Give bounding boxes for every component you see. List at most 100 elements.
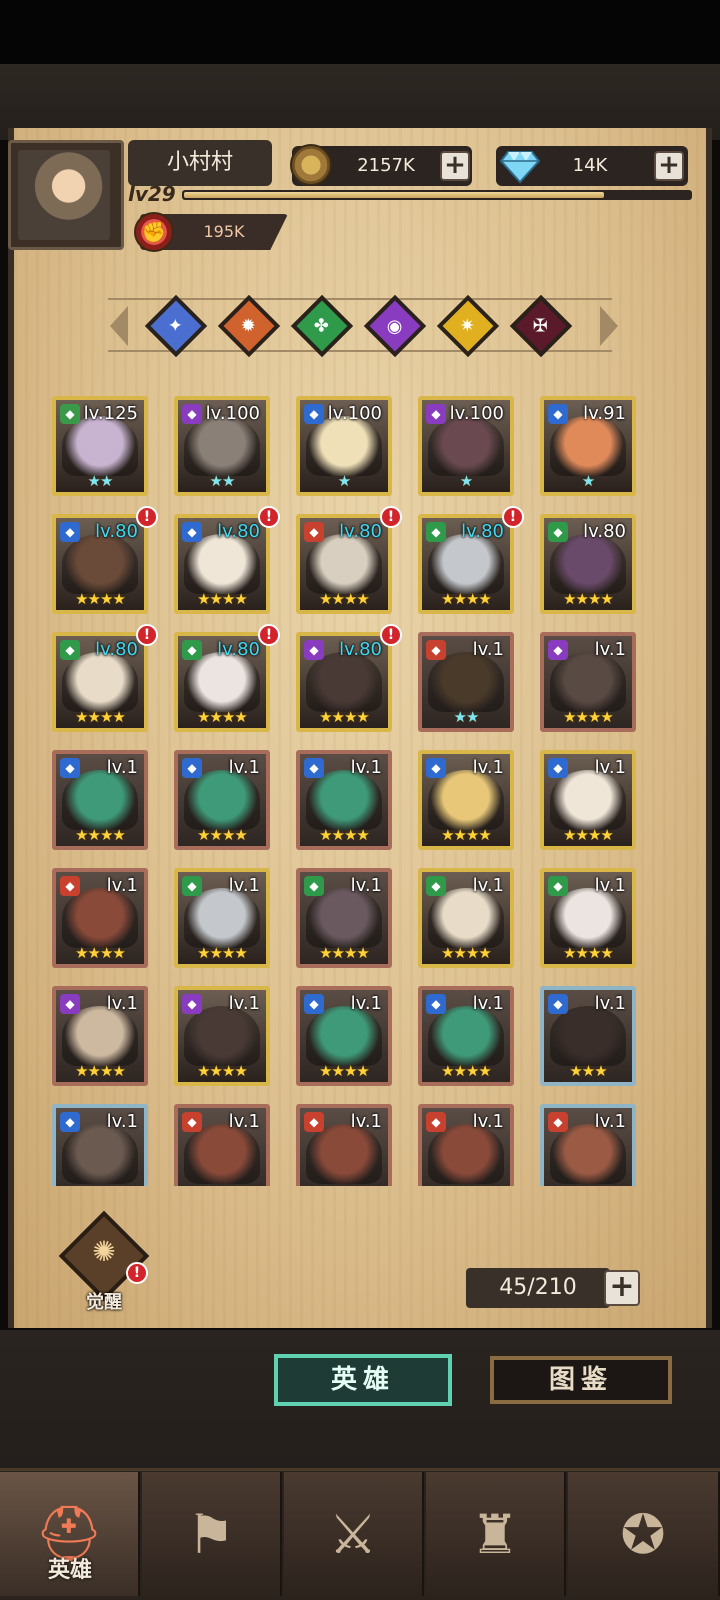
hero-stars: ★★★★: [75, 708, 126, 726]
hero-card[interactable]: ◆ lv.91 ★: [540, 396, 636, 496]
nav-tower[interactable]: ♜: [426, 1472, 566, 1596]
hero-card[interactable]: ◆ lv.1 ★★★★: [540, 632, 636, 732]
hero-level: lv.125: [83, 403, 138, 424]
hero-level: lv.1: [350, 875, 382, 896]
hero-card[interactable]: ◆ lv.1 ★★★★: [540, 750, 636, 850]
hero-portrait: [428, 534, 504, 594]
hero-card[interactable]: ◆ lv.80 ★★★★: [296, 632, 392, 732]
hero-stars: ★★★★: [197, 590, 248, 608]
hero-card[interactable]: ◆ lv.1: [296, 1104, 392, 1186]
hero-card[interactable]: ◆ lv.1: [52, 1104, 148, 1186]
hero-level: lv.80: [217, 521, 260, 542]
hero-card[interactable]: ◆ lv.1 ★★★★: [418, 986, 514, 1086]
hero-card[interactable]: ◆ lv.1 ★★★★: [52, 868, 148, 968]
player-name: 小村村: [166, 150, 233, 175]
hero-stars: ★★★★: [563, 944, 614, 962]
hero-class-icon: ◆: [426, 404, 446, 424]
hero-portrait: [550, 888, 626, 948]
hero-class-icon: ◆: [548, 876, 568, 896]
hero-card[interactable]: ◆ lv.1: [540, 1104, 636, 1186]
gold-amount: 2157K: [357, 155, 415, 176]
hero-level: lv.80: [461, 521, 504, 542]
hero-class-icon: ◆: [182, 1112, 202, 1132]
hero-card[interactable]: ◆ lv.80 ★★★★: [52, 514, 148, 614]
hero-level: lv.1: [106, 875, 138, 896]
hero-level: lv.80: [95, 521, 138, 542]
hero-stars: ★★★★: [197, 826, 248, 844]
hero-card[interactable]: ◆ lv.1: [418, 1104, 514, 1186]
hero-portrait: [428, 1006, 504, 1066]
hero-card[interactable]: ◆ lv.1 ★★★★: [52, 750, 148, 850]
tab-codex[interactable]: 图鉴: [490, 1356, 672, 1404]
add-gems-button[interactable]: +: [654, 151, 684, 181]
avatar[interactable]: [18, 150, 110, 240]
hero-card[interactable]: ◆ lv.80 ★★★★: [418, 514, 514, 614]
nav-adventure[interactable]: ⚑: [142, 1472, 282, 1596]
hero-card[interactable]: ◆ lv.100 ★: [296, 396, 392, 496]
hero-stars: ★★★★: [441, 1062, 492, 1080]
hero-alert-badge: !: [136, 506, 158, 528]
hero-card[interactable]: ◆ lv.1 ★★★★: [296, 986, 392, 1086]
hero-card[interactable]: ◆ lv.1 ★★★: [540, 986, 636, 1086]
hero-card[interactable]: ◆ lv.1 ★★★★: [296, 868, 392, 968]
orange-faction-glyph: ✹: [241, 315, 257, 337]
hero-card[interactable]: ◆ lv.1 ★★★★: [418, 750, 514, 850]
hero-card[interactable]: ◆ lv.80 ★★★★: [52, 632, 148, 732]
hero-class-icon: ◆: [60, 876, 80, 896]
hero-class-icon: ◆: [304, 876, 324, 896]
hero-card[interactable]: ◆ lv.1 ★★★★: [418, 868, 514, 968]
hero-level: lv.1: [472, 1111, 504, 1132]
hero-card[interactable]: ◆ lv.80 ★★★★: [174, 632, 270, 732]
hero-card[interactable]: ◆ lv.80 ★★★★: [174, 514, 270, 614]
hero-stars: ★★★★: [563, 708, 614, 726]
hero-stars: ★★★★: [563, 590, 614, 608]
hero-portrait: [62, 1006, 138, 1066]
hero-card[interactable]: ◆ lv.125 ★★: [52, 396, 148, 496]
hero-stars: ★★★★: [197, 944, 248, 962]
hero-card[interactable]: ◆ lv.1 ★★★★: [296, 750, 392, 850]
hero-class-icon: ◆: [182, 876, 202, 896]
hero-card[interactable]: ◆ lv.100 ★★: [174, 396, 270, 496]
hero-stars: ★★★★: [197, 708, 248, 726]
hero-card[interactable]: ◆ lv.1 ★★★★: [174, 986, 270, 1086]
hero-card[interactable]: ◆ lv.100 ★: [418, 396, 514, 496]
hero-class-icon: ◆: [60, 758, 80, 778]
hero-portrait: [306, 1006, 382, 1066]
hero-level: lv.1: [106, 993, 138, 1014]
hero-class-icon: ◆: [426, 522, 446, 542]
hero-alert-badge: !: [258, 506, 280, 528]
hero-portrait: [62, 534, 138, 594]
hero-class-icon: ◆: [182, 758, 202, 778]
hero-stars: ★: [337, 472, 351, 490]
expand-slots-button[interactable]: +: [604, 1270, 640, 1306]
fist-icon: ✊: [134, 212, 174, 252]
hero-level: lv.91: [583, 403, 626, 424]
hero-card[interactable]: ◆ lv.1 ★★★★: [52, 986, 148, 1086]
hero-card[interactable]: ◆ lv.1 ★★★★: [540, 868, 636, 968]
hero-portrait: [306, 534, 382, 594]
nav-battle[interactable]: ⚔: [284, 1472, 424, 1596]
hero-card[interactable]: ◆ lv.1: [174, 1104, 270, 1186]
hero-portrait: [550, 416, 626, 476]
hero-card[interactable]: ◆ lv.1 ★★★★: [174, 868, 270, 968]
hero-card[interactable]: ◆ lv.1 ★★★★: [174, 750, 270, 850]
hero-alert-badge: !: [136, 624, 158, 646]
nav-guild[interactable]: ✪: [568, 1472, 720, 1596]
add-gold-button[interactable]: +: [440, 151, 470, 181]
hero-portrait: [184, 1124, 260, 1184]
hero-level: lv.80: [583, 521, 626, 542]
hero-card[interactable]: ◆ lv.1 ★★: [418, 632, 514, 732]
hero-portrait: [184, 888, 260, 948]
hero-stars: ★★★★: [319, 944, 370, 962]
hero-level: lv.1: [594, 875, 626, 896]
hero-portrait: [184, 770, 260, 830]
hero-class-icon: ◆: [548, 522, 568, 542]
hero-stars: ★★: [209, 472, 236, 490]
tab-heroes[interactable]: 英雄: [274, 1354, 452, 1406]
hero-stars: ★★★★: [563, 826, 614, 844]
purple-faction-glyph: ◉: [387, 315, 403, 337]
hero-card[interactable]: ◆ lv.80 ★★★★: [540, 514, 636, 614]
hero-card[interactable]: ◆ lv.80 ★★★★: [296, 514, 392, 614]
hero-portrait: [550, 1006, 626, 1066]
hero-portrait: [62, 770, 138, 830]
